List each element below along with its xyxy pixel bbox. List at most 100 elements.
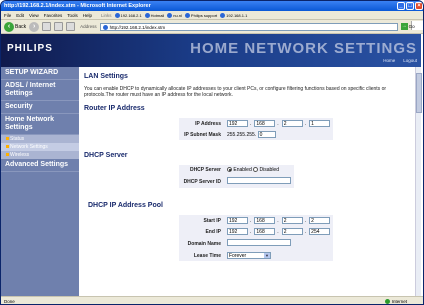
address-label: Address xyxy=(80,24,97,29)
sidebar-item-security[interactable]: Security xyxy=(1,101,79,114)
link-192-168-1-1[interactable]: 192.168.1.1 xyxy=(220,12,247,18)
sidebar-subitem-wireless[interactable]: Wireless xyxy=(1,151,79,159)
sidebar-item-setup-wizard[interactable]: SETUP WIZARD xyxy=(1,67,79,80)
page-banner-title: HOME NETWORK SETTINGS xyxy=(190,40,417,57)
dhcp-server-id-field[interactable] xyxy=(227,177,291,184)
window-controls: _ □ × xyxy=(397,2,423,10)
subitem-label: Status xyxy=(10,136,25,142)
domain-name-label: Domain Name xyxy=(187,240,221,247)
close-button[interactable]: × xyxy=(415,2,423,10)
dhcp-server-table: DHCP Server Enabled Disabled DHCP Server… xyxy=(179,165,294,188)
menu-edit[interactable]: Edit xyxy=(16,13,24,18)
address-text: http://192.168.2.1/index.stm xyxy=(109,24,166,30)
router-ip-table: IP Address 192. 168. 2. 1 IP Subnet Mask… xyxy=(179,118,334,140)
ie-page-icon xyxy=(114,12,120,18)
chevron-down-icon: ▼ xyxy=(264,253,270,258)
router-header: PHILIPS HOME NETWORK SETTINGS Home Logou… xyxy=(1,34,421,67)
home-icon[interactable] xyxy=(66,22,76,31)
lease-time-value: Forever xyxy=(229,252,247,259)
ie-page-icon xyxy=(167,12,173,18)
menu-file[interactable]: File xyxy=(4,13,11,18)
go-arrow-icon: → xyxy=(400,23,408,30)
main-content: LAN Settings You can enable DHCP to dyna… xyxy=(79,67,415,296)
menu-favorites[interactable]: Favorites xyxy=(44,13,63,18)
scrollbar-thumb[interactable] xyxy=(416,73,422,113)
maximize-button[interactable]: □ xyxy=(406,2,414,10)
link-nu-nl[interactable]: nu.nl xyxy=(167,12,182,18)
subnet-mask-label: IP Subnet Mask xyxy=(184,131,221,138)
vertical-scrollbar[interactable] xyxy=(415,67,422,296)
web-page: PHILIPS HOME NETWORK SETTINGS Home Logou… xyxy=(1,34,423,296)
internet-zone-icon xyxy=(384,299,390,304)
philips-logo: PHILIPS xyxy=(7,43,53,54)
page-description: You can enable DHCP to dynamically alloc… xyxy=(84,86,387,98)
ie-page-icon xyxy=(220,12,226,18)
lease-time-select[interactable]: Forever ▼ xyxy=(227,252,271,259)
dhcp-disabled-radio[interactable] xyxy=(253,167,259,173)
dhcp-server-label: DHCP Server xyxy=(189,167,221,173)
go-button[interactable]: → Go xyxy=(400,23,415,30)
status-text: Done xyxy=(4,299,15,304)
ip-octet-1[interactable]: 192 xyxy=(227,120,248,127)
dhcp-pool-table: Start IP 192. 168. 2. 2 End IP 192. 168.… xyxy=(179,215,334,261)
browser-window: http://192.168.2.1/index.stm - Microsoft… xyxy=(0,0,424,305)
links-label: Links xyxy=(101,12,112,18)
sidebar-subitem-network-settings[interactable]: Network Settings xyxy=(1,143,79,151)
minimize-button[interactable]: _ xyxy=(397,2,405,10)
ip-address-label: IP Address xyxy=(195,120,221,127)
dhcp-enabled-label: Enabled xyxy=(233,167,252,173)
end-ip-octet-1[interactable]: 192 xyxy=(227,228,248,235)
start-ip-octet-2[interactable]: 168 xyxy=(254,217,276,224)
ie-page-icon xyxy=(144,12,150,18)
back-button[interactable]: ‹ Back xyxy=(4,21,26,32)
stop-icon[interactable] xyxy=(42,22,52,31)
end-ip-octet-2[interactable]: 168 xyxy=(254,228,276,235)
menu-bar: File Edit View Favorites Tools Help Link… xyxy=(1,11,423,30)
router-ip-heading: Router IP Address xyxy=(84,105,145,112)
link-label: nu.nl xyxy=(173,12,182,18)
sidebar-item-adsl-internet[interactable]: ADSL / Internet Settings xyxy=(1,80,79,101)
back-arrow-icon: ‹ xyxy=(4,21,14,32)
end-ip-label: End IP xyxy=(205,228,221,235)
sidebar-subitem-status[interactable]: Status xyxy=(1,135,79,143)
link-label: 192.168.2.1 xyxy=(120,12,142,18)
subitem-label: Wireless xyxy=(10,152,30,158)
link-hotmail[interactable]: Hotmail xyxy=(144,12,165,18)
menu-tools[interactable]: Tools xyxy=(67,13,78,18)
window-title-bar: http://192.168.2.1/index.stm - Microsoft… xyxy=(1,1,423,11)
bullet-icon xyxy=(6,145,9,148)
link-philips-support[interactable]: Philips support xyxy=(184,12,218,18)
links-bar: Links 192.168.2.1 Hotmail nu.nl Philips … xyxy=(101,12,247,18)
menu-help[interactable]: Help xyxy=(83,13,92,18)
dhcp-server-heading: DHCP Server xyxy=(84,152,128,159)
end-ip-octet-4[interactable]: 254 xyxy=(309,228,331,235)
sidebar-nav: SETUP WIZARD ADSL / Internet Settings Se… xyxy=(1,67,79,296)
page-title: LAN Settings xyxy=(84,73,128,80)
dhcp-enabled-radio[interactable] xyxy=(227,167,232,173)
ip-octet-4[interactable]: 1 xyxy=(309,120,331,127)
ie-page-icon xyxy=(184,12,190,18)
link-label: Philips support xyxy=(190,12,218,18)
link-192-168-2-1[interactable]: 192.168.2.1 xyxy=(114,12,142,18)
link-label: Hotmail xyxy=(150,12,165,18)
go-label: Go xyxy=(408,24,415,29)
start-ip-label: Start IP xyxy=(203,217,221,224)
domain-name-field[interactable] xyxy=(227,239,291,246)
refresh-icon[interactable] xyxy=(54,22,64,31)
menu-view[interactable]: View xyxy=(29,13,39,18)
address-bar[interactable]: http://192.168.2.1/index.stm xyxy=(99,22,398,31)
start-ip-octet-4[interactable]: 2 xyxy=(309,217,331,224)
start-ip-octet-3[interactable]: 2 xyxy=(281,217,303,224)
sidebar-item-home-network[interactable]: Home Network Settings xyxy=(1,114,79,135)
sidebar-item-advanced[interactable]: Advanced Settings xyxy=(1,159,79,172)
home-link[interactable]: Home xyxy=(383,58,395,63)
forward-button[interactable]: › xyxy=(29,21,40,32)
logout-link[interactable]: Logout xyxy=(403,58,417,63)
window-title: http://192.168.2.1/index.stm - Microsoft… xyxy=(4,3,151,9)
start-ip-octet-1[interactable]: 192 xyxy=(227,217,248,224)
end-ip-octet-3[interactable]: 2 xyxy=(281,228,303,235)
subnet-mask-prefix: 255.255.255. xyxy=(227,131,257,138)
subnet-mask-last-octet[interactable]: 0 xyxy=(257,131,276,138)
ip-octet-3[interactable]: 2 xyxy=(281,120,303,127)
ip-octet-2[interactable]: 168 xyxy=(254,120,276,127)
